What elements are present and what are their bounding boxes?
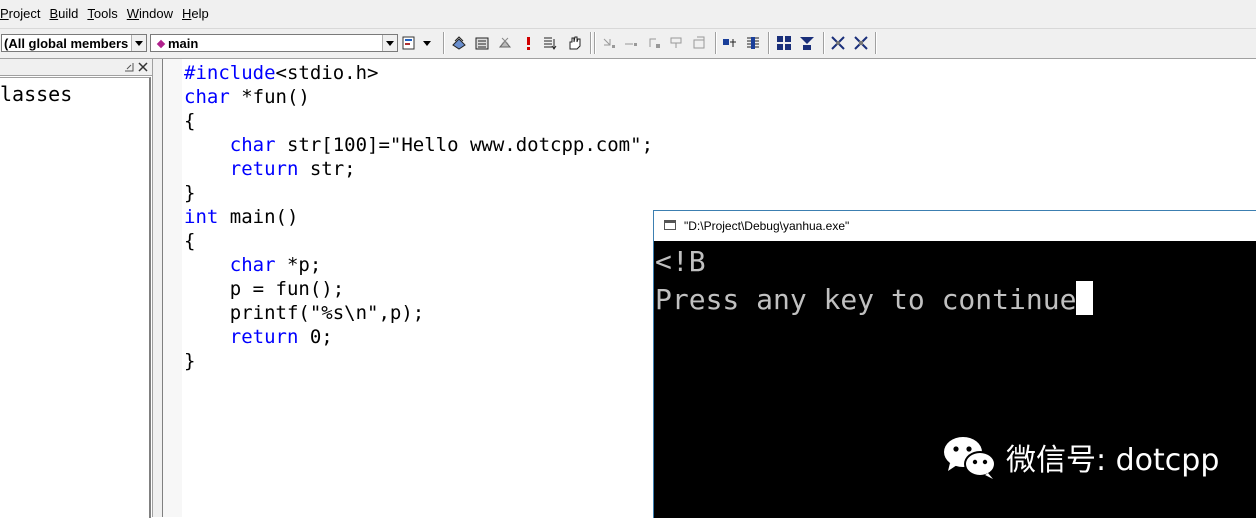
console-app-icon xyxy=(664,220,676,230)
hand-icon[interactable] xyxy=(566,35,582,51)
menu-tools[interactable]: Tools xyxy=(83,0,122,28)
code-line: printf("%s\n",p); xyxy=(184,302,425,324)
text-cursor xyxy=(1076,281,1094,315)
code-line: { xyxy=(184,110,196,132)
code-line: return 0; xyxy=(184,326,333,348)
menu-help[interactable]: Help xyxy=(178,0,214,28)
quickwatch-icon[interactable] xyxy=(691,35,707,51)
console-output: <!B Press any key to continue xyxy=(655,243,1094,319)
toolbar-separator xyxy=(443,32,445,54)
panel-splitter[interactable] xyxy=(153,59,163,517)
wizard-toolbar: (All global members main xyxy=(0,29,1256,59)
wechat-icon xyxy=(944,437,996,479)
code-line: int main() xyxy=(184,206,299,228)
execute-icon[interactable] xyxy=(520,35,536,51)
code-line: char str[100]="Hello www.dotcpp.com"; xyxy=(184,134,654,156)
console-titlebar[interactable]: "D:\Project\Debug\yanhua.exe" xyxy=(654,211,1256,241)
wizard-action-icon[interactable] xyxy=(402,35,418,51)
step-out-icon[interactable] xyxy=(646,35,662,51)
disassembly-icon[interactable] xyxy=(830,35,846,51)
watermark: 微信号: dotcpp xyxy=(942,432,1219,482)
menu-window[interactable]: Window xyxy=(123,0,178,28)
resource-view-icon[interactable] xyxy=(799,35,815,51)
step-into-icon[interactable] xyxy=(601,35,617,51)
code-line: { xyxy=(184,230,196,252)
toolbar-separator xyxy=(594,32,596,54)
menu-build[interactable]: Build xyxy=(45,0,83,28)
step-over-icon[interactable] xyxy=(623,35,639,51)
close-icon[interactable] xyxy=(138,62,148,72)
workspace-panel: lasses xyxy=(0,59,153,518)
menu-project[interactable]: Project xyxy=(0,0,45,28)
chevron-down-icon[interactable] xyxy=(131,35,146,51)
function-combo[interactable]: main xyxy=(150,34,398,52)
code-line: #include<stdio.h> xyxy=(184,62,379,84)
restore-icon[interactable] xyxy=(124,62,134,72)
remove-breakpoint-icon[interactable] xyxy=(745,35,761,51)
code-line: char *p; xyxy=(184,254,322,276)
code-line: char *fun() xyxy=(184,86,310,108)
stop-build-icon[interactable] xyxy=(497,35,513,51)
classview-tree[interactable]: lasses xyxy=(0,77,151,518)
classes-node[interactable]: lasses xyxy=(0,82,72,106)
editor-gutter xyxy=(163,59,182,517)
registers-icon[interactable] xyxy=(853,35,869,51)
code-line: return str; xyxy=(184,158,356,180)
run-to-cursor-icon[interactable] xyxy=(668,35,684,51)
workspace-titlebar xyxy=(0,59,152,76)
source-code[interactable]: #include<stdio.h> char *fun() { char str… xyxy=(184,61,653,373)
class-view-icon[interactable] xyxy=(776,35,792,51)
toolbar-separator xyxy=(715,32,717,54)
code-line: p = fun(); xyxy=(184,278,345,300)
dropdown-arrow-icon[interactable] xyxy=(421,35,433,51)
toolbar-separator xyxy=(590,32,592,54)
code-line: } xyxy=(184,350,196,372)
build-icon[interactable] xyxy=(474,35,490,51)
insert-breakpoint-icon[interactable] xyxy=(722,35,738,51)
toolbar-separator xyxy=(875,32,877,54)
menu-bar: Project Build Tools Window Help xyxy=(0,0,1256,29)
code-line: } xyxy=(184,182,196,204)
toolbar-separator xyxy=(823,32,825,54)
watermark-text: 微信号: dotcpp xyxy=(1006,443,1220,478)
compile-icon[interactable] xyxy=(451,35,467,51)
scope-combo[interactable]: (All global members xyxy=(1,34,147,52)
chevron-down-icon[interactable] xyxy=(382,35,397,51)
function-icon xyxy=(156,39,166,49)
toolbar-separator xyxy=(768,32,770,54)
console-line: Press any key to continue xyxy=(655,283,1077,316)
go-icon[interactable] xyxy=(542,35,558,51)
console-line: <!B xyxy=(655,245,706,278)
console-title: "D:\Project\Debug\yanhua.exe" xyxy=(684,219,850,233)
